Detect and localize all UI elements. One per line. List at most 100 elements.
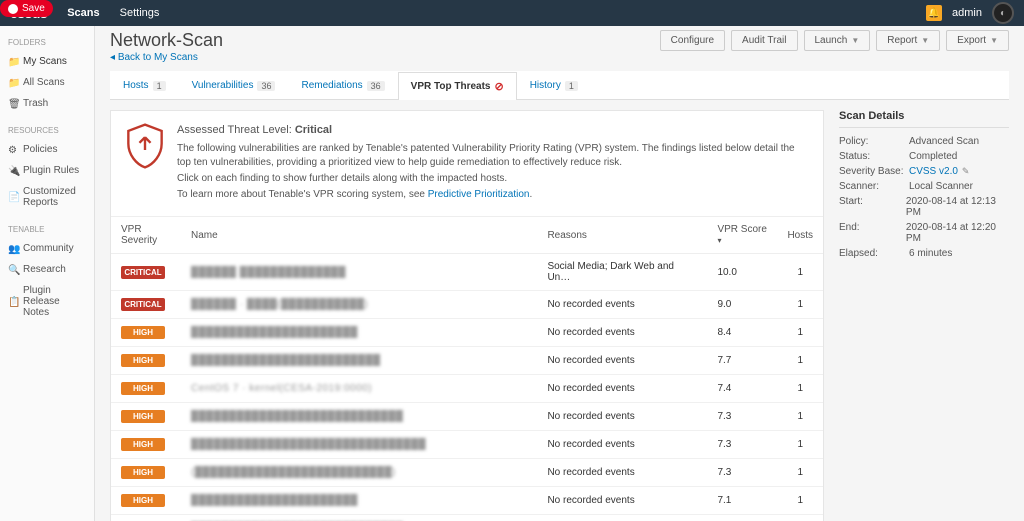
reasons-cell: No recorded events (537, 403, 707, 431)
severity-badge: HIGH (121, 382, 165, 395)
tab-count: 36 (257, 81, 275, 91)
sidebar-folder-my-scans[interactable]: 📁My Scans (0, 51, 94, 72)
reasons-cell: No recorded events (537, 319, 707, 347)
hosts-cell: 1 (777, 254, 823, 291)
export-button[interactable]: Export▼ (946, 30, 1009, 51)
bell-icon[interactable]: 🔔 (926, 5, 942, 21)
sidebar: FOLDERS 📁My Scans 📁 All Scans 🗑Trash RESOUR… (0, 26, 95, 521)
detail-row: End:2020-08-14 at 12:20 PM (839, 220, 1009, 246)
hosts-cell: 1 (777, 403, 823, 431)
nav-settings[interactable]: Settings (120, 7, 160, 19)
folder-icon: 📁 (8, 78, 18, 88)
table-row[interactable]: HIGH ██████████████████████ No recorded … (111, 319, 823, 347)
score-cell: 7.3 (707, 459, 777, 487)
reasons-cell: No recorded events (537, 291, 707, 319)
sidebar-item-label: Plugin Release Notes (23, 285, 86, 318)
finding-name: (██████████████████████████) (191, 467, 396, 478)
table-row[interactable]: HIGH CentOS 7 · kernel(CESA-2019:0000) N… (111, 375, 823, 403)
sidebar-tenable-plugin-release-notes[interactable]: 📋Plugin Release Notes (0, 280, 94, 323)
score-cell: 7.4 (707, 375, 777, 403)
save-label: Save (22, 3, 45, 14)
tab-hosts[interactable]: Hosts1 (110, 71, 179, 99)
table-row[interactable]: HIGH ██████████████████████ No recorded … (111, 487, 823, 515)
predictive-link[interactable]: Predictive Prioritization (428, 189, 530, 200)
tab-label: Remediations (301, 80, 362, 91)
launch-button[interactable]: Launch▼ (804, 30, 871, 51)
table-row[interactable]: MEDIUM ████████████████████████████ No r… (111, 515, 823, 521)
reasons-cell: No recorded events (537, 487, 707, 515)
severity-badge: HIGH (121, 326, 165, 339)
col-name[interactable]: Name (181, 217, 537, 254)
pencil-icon[interactable]: ✎ (962, 166, 970, 176)
hosts-cell: 1 (777, 291, 823, 319)
table-row[interactable]: HIGH ███████████████████████████████ No … (111, 431, 823, 459)
plugin-icon: 🔌 (8, 166, 18, 176)
user-label[interactable]: admin (952, 7, 982, 19)
tab-remediations[interactable]: Remediations36 (288, 71, 397, 99)
severity-badge: HIGH (121, 466, 165, 479)
table-row[interactable]: HIGH █████████████████████████ No record… (111, 347, 823, 375)
audit-trail-button[interactable]: Audit Trail (731, 30, 797, 51)
finding-name: ███████████████████████████████ (191, 439, 426, 450)
page-title: Network-Scan (110, 30, 223, 51)
resources-section-label: RESOURCES (0, 122, 94, 139)
sidebar-item-label: Customized Reports (23, 186, 86, 208)
severity-badge: CRITICAL (121, 298, 165, 311)
detail-key: Status: (839, 151, 909, 162)
detail-value: Local Scanner (909, 181, 973, 192)
sidebar-resource-plugin-rules[interactable]: 🔌 Plugin Rules (0, 160, 94, 181)
hosts-cell: 1 (777, 515, 823, 521)
sidebar-item-label: All Scans (23, 77, 65, 88)
sidebar-folder-all-scans[interactable]: 📁 All Scans (0, 72, 94, 93)
reasons-cell: No recorded events (537, 515, 707, 521)
score-cell: 8.4 (707, 319, 777, 347)
tab-history[interactable]: History1 (517, 71, 591, 99)
nav-scans[interactable]: Scans (67, 7, 99, 19)
table-row[interactable]: HIGH (██████████████████████████) No rec… (111, 459, 823, 487)
severity-badge: HIGH (121, 410, 165, 423)
user-avatar[interactable]: ◐ (992, 2, 1014, 24)
threat-level: Assessed Threat Level: Critical (177, 123, 809, 138)
severity-badge: HIGH (121, 354, 165, 367)
back-link[interactable]: Back to My Scans (110, 52, 198, 63)
table-row[interactable]: CRITICAL ██████ ██████████████ Social Me… (111, 254, 823, 291)
col-score[interactable]: VPR Score (707, 217, 777, 254)
score-cell: 10.0 (707, 254, 777, 291)
tab-vulnerabilities[interactable]: Vulnerabilities36 (179, 71, 289, 99)
sidebar-item-label: Plugin Rules (23, 165, 79, 176)
reasons-cell: No recorded events (537, 375, 707, 403)
save-badge[interactable]: Save (0, 0, 53, 17)
col-severity[interactable]: VPR Severity (111, 217, 181, 254)
hosts-cell: 1 (777, 319, 823, 347)
finding-name: ████████████████████████████ (191, 411, 403, 422)
warning-icon: ⊘ (494, 80, 503, 93)
hosts-cell: 1 (777, 431, 823, 459)
tab-vpr-top-threats[interactable]: VPR Top Threats⊘ (398, 72, 517, 100)
research-icon: 🔍 (8, 265, 18, 275)
detail-value: CVSS v2.0 ✎ (909, 166, 969, 177)
severity-badge: HIGH (121, 438, 165, 451)
finding-name: ██████ · ████(███████████) (191, 299, 368, 310)
detail-value-link[interactable]: CVSS v2.0 (909, 166, 958, 177)
tab-count: 1 (565, 81, 578, 91)
folders-section-label: FOLDERS (0, 34, 94, 51)
col-reasons[interactable]: Reasons (537, 217, 707, 254)
configure-button[interactable]: Configure (660, 30, 725, 51)
detail-row: Status:Completed (839, 149, 1009, 164)
detail-row: Start:2020-08-14 at 12:13 PM (839, 194, 1009, 220)
score-cell: 7.3 (707, 403, 777, 431)
hosts-cell: 1 (777, 459, 823, 487)
sidebar-item-label: Trash (23, 98, 48, 109)
community-icon: 👥 (8, 244, 18, 254)
sidebar-tenable-research[interactable]: 🔍Research (0, 259, 94, 280)
table-row[interactable]: HIGH ████████████████████████████ No rec… (111, 403, 823, 431)
col-hosts[interactable]: Hosts (777, 217, 823, 254)
sidebar-resource-customized-reports[interactable]: 📄Customized Reports (0, 181, 94, 213)
sidebar-folder-trash[interactable]: 🗑Trash (0, 93, 94, 114)
table-row[interactable]: CRITICAL ██████ · ████(███████████) No r… (111, 291, 823, 319)
reasons-cell: No recorded events (537, 431, 707, 459)
score-cell: 7.1 (707, 487, 777, 515)
report-button[interactable]: Report▼ (876, 30, 940, 51)
sidebar-resource-policies[interactable]: ⚙Policies (0, 139, 94, 160)
sidebar-tenable-community[interactable]: 👥Community (0, 238, 94, 259)
